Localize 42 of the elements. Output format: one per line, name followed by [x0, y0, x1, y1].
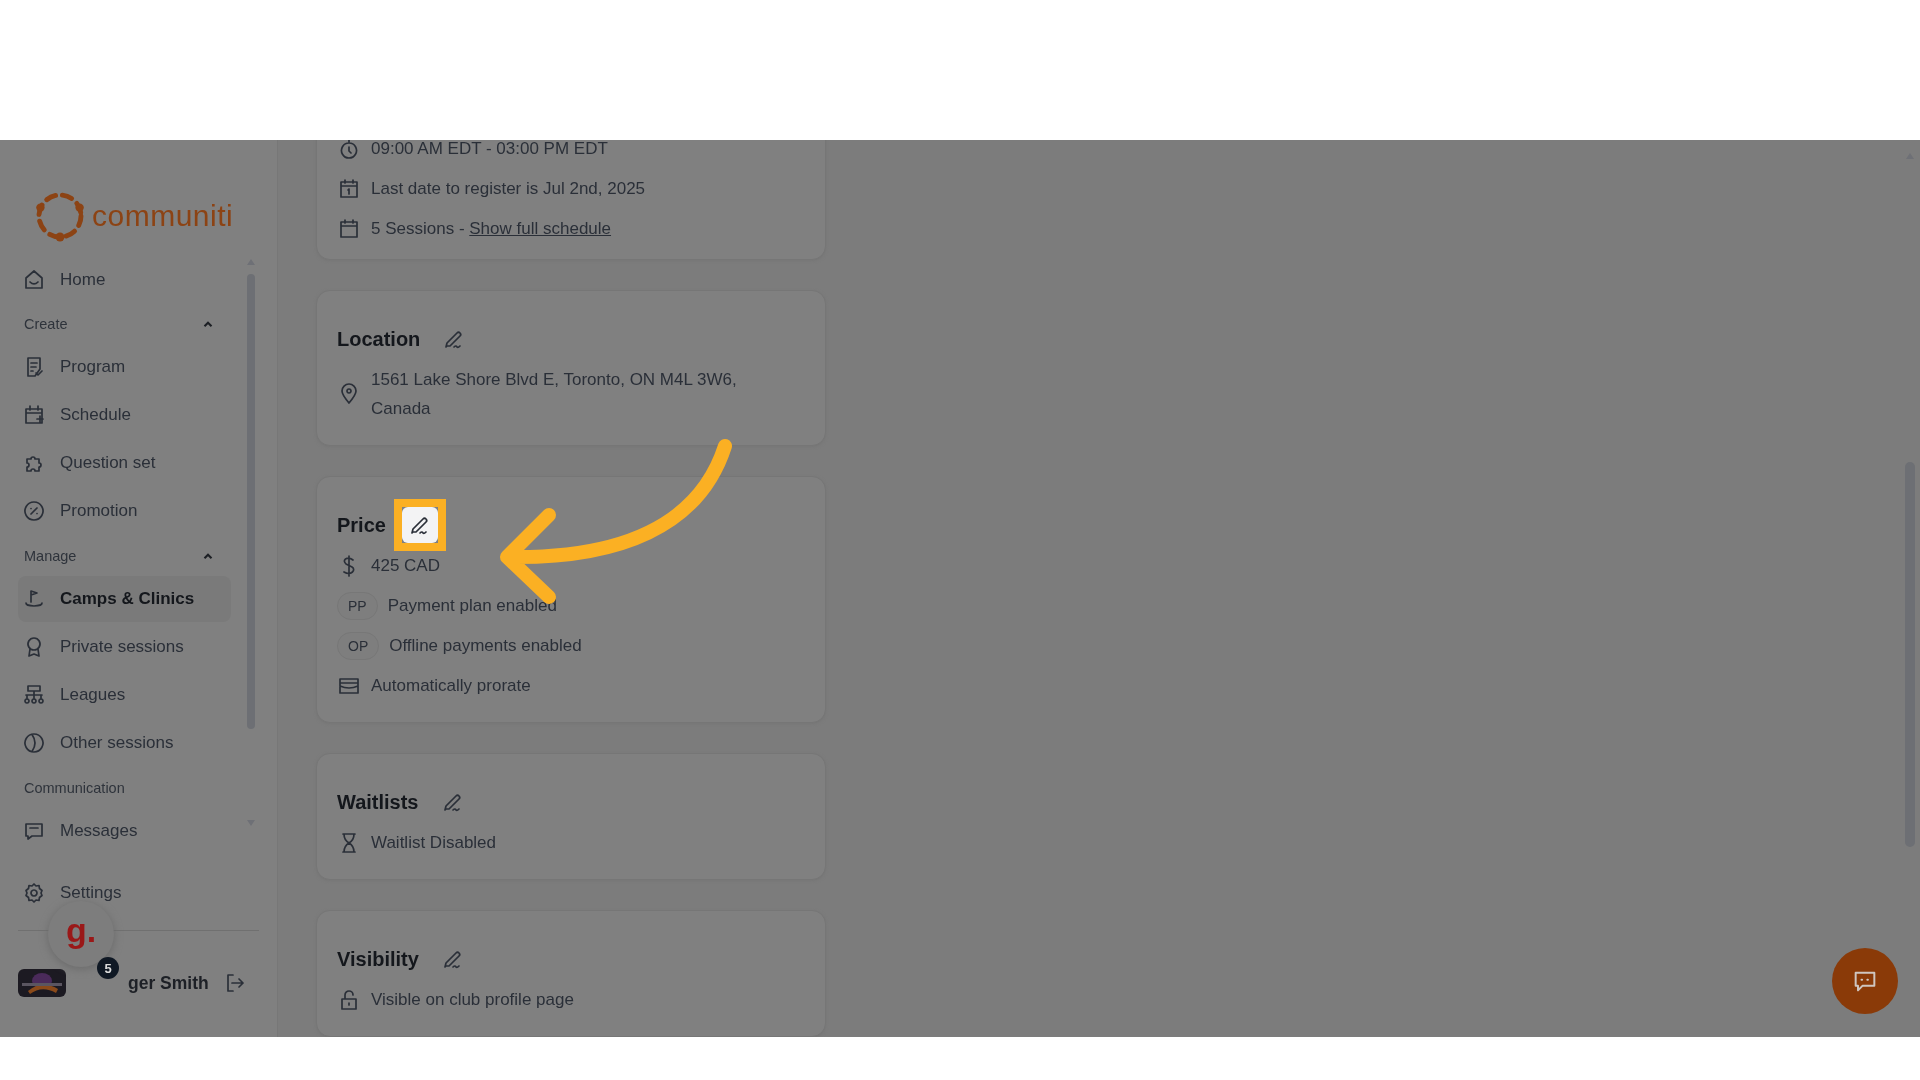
card-title: Visibility	[337, 947, 419, 971]
edit-button[interactable]	[401, 507, 438, 543]
nav-item[interactable]: Leagues	[18, 672, 231, 718]
tag-pill: PP	[337, 591, 378, 620]
nav-item[interactable]: Camps & Clinics	[18, 576, 231, 622]
logo-text: communiti	[92, 199, 234, 233]
hierarchy-icon	[22, 683, 46, 707]
detail-text: Payment plan enabled	[387, 595, 557, 617]
card-title: Location	[337, 327, 421, 351]
detail-text: Visible on club profile page	[371, 989, 574, 1011]
calendar-icon	[337, 216, 361, 241]
detail-text: Last date to register is Jul 2nd, 2025	[371, 178, 646, 200]
calendar-plus-icon	[22, 403, 46, 427]
nav-item[interactable]: Promotion	[18, 488, 231, 534]
nav-item[interactable]: Messages	[18, 808, 231, 846]
nav-item[interactable]: Private sessions	[18, 624, 231, 670]
detail-text: 5 Sessions - Show full schedule	[371, 218, 612, 240]
home-icon	[22, 268, 46, 292]
detail-text: Offline payments enabled	[389, 635, 582, 657]
nav-item[interactable]: Question set	[18, 440, 231, 486]
section-label: Communication	[24, 780, 125, 796]
card-title: Price	[337, 513, 386, 537]
calendar-icon	[337, 176, 361, 201]
detail-text: 09:00 AM EDT - 03:00 PM EDT	[371, 140, 608, 160]
highlight-frame	[393, 499, 446, 551]
nav-item[interactable]: Program	[18, 344, 231, 390]
nav-item[interactable]: Other sessions	[18, 720, 231, 766]
detail-text: Automatically prorate	[371, 675, 531, 697]
detail-text: 1561 Lake Shore Blvd E, Toronto, ON M4L 3W6, Canada	[371, 369, 738, 420]
section-label: Manage	[24, 548, 77, 564]
notification-badge: 5	[97, 957, 119, 979]
nav-item[interactable]: Schedule	[18, 392, 231, 438]
settings-icon	[22, 881, 46, 905]
card-title: Waitlists	[337, 790, 419, 814]
nav-item[interactable]: Home	[18, 258, 231, 302]
schedule-link[interactable]: Show full schedule	[469, 219, 612, 238]
percent-icon	[22, 499, 46, 523]
detail-text: 425 CAD	[371, 555, 440, 577]
tag-pill: OP	[337, 631, 380, 660]
section-label: Create	[24, 316, 68, 332]
detail-text: Waitlist Disabled	[371, 832, 497, 854]
user-name: ger Smith	[128, 972, 209, 994]
